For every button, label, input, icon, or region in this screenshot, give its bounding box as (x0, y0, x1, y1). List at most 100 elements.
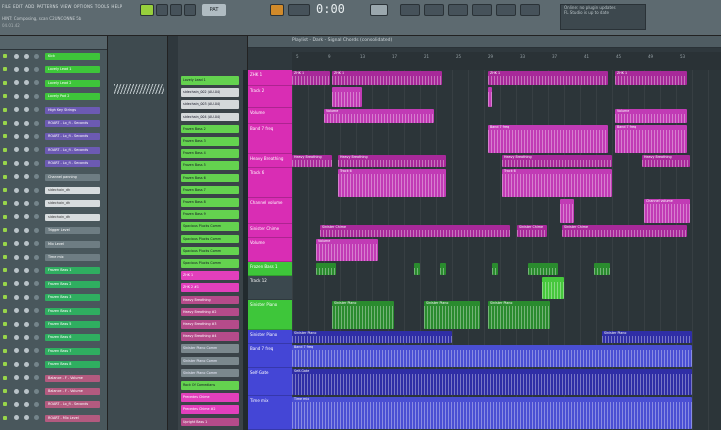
channel-led-icon[interactable] (3, 362, 7, 367)
snap-button[interactable] (270, 4, 284, 16)
channel-row[interactable]: Balance - F - Volume (0, 387, 108, 396)
picker-item[interactable]: Frozen Bass 4 (181, 149, 239, 158)
picker-item[interactable]: Spacious Plucks Comm (181, 246, 239, 256)
pan-knob[interactable] (14, 187, 19, 193)
playlist-clip[interactable]: Sinister Chime (517, 225, 547, 237)
picker-item[interactable]: Heavy Breathing #3 (181, 320, 239, 329)
channel-name-button[interactable]: sidechain_dh (45, 213, 100, 221)
mixer-track-selector[interactable] (34, 214, 39, 220)
picker-item[interactable]: Frozen Bass 3 (181, 137, 239, 146)
channel-led-icon[interactable] (3, 295, 7, 300)
playlist-clip[interactable]: Heavy Breathing (292, 155, 332, 167)
pan-knob[interactable] (14, 66, 19, 72)
channel-led-icon[interactable] (3, 335, 7, 340)
channel-led-icon[interactable] (3, 281, 7, 286)
mixer-track-selector[interactable] (34, 294, 39, 300)
picker-item[interactable]: Precedes Chime (181, 393, 239, 402)
channel-name-button[interactable]: sidechain_dh (45, 187, 100, 194)
playlist-clip[interactable]: Band 7 freq (292, 345, 692, 367)
channel-row[interactable]: Balance - F - Volume (0, 374, 108, 383)
menu-item[interactable]: EDIT (13, 4, 23, 9)
playlist-clip[interactable]: ZHK 1 (332, 71, 442, 85)
playlist-clip[interactable] (316, 263, 336, 275)
pan-knob[interactable] (14, 281, 19, 287)
volume-knob[interactable] (24, 120, 29, 126)
channel-led-icon[interactable] (3, 375, 7, 380)
volume-knob[interactable] (24, 241, 29, 247)
channel-led-icon[interactable] (3, 174, 7, 179)
channel-led-icon[interactable] (3, 415, 7, 420)
pan-knob[interactable] (14, 147, 19, 153)
browser-button[interactable] (472, 4, 492, 16)
volume-knob[interactable] (24, 160, 29, 166)
mixer-track-selector[interactable] (34, 160, 39, 166)
mixer-track-selector[interactable] (34, 53, 39, 59)
channel-rack-header[interactable] (0, 36, 107, 50)
channel-row[interactable]: Trigger Level (0, 226, 108, 235)
stop-button[interactable] (170, 4, 182, 16)
channel-name-button[interactable]: Frozen Bass 7 (45, 347, 100, 355)
piano-roll-button[interactable] (448, 4, 468, 16)
mixer-track-selector[interactable] (34, 93, 39, 99)
playlist-clip[interactable]: Channel volume (644, 199, 690, 223)
mixer-track-selector[interactable] (34, 227, 39, 233)
channel-led-icon[interactable] (3, 67, 7, 72)
mixer-track-selector[interactable] (34, 254, 39, 260)
playlist-clip[interactable]: Sinister Piano (424, 301, 480, 329)
playlist-clip[interactable]: Volume (615, 109, 687, 123)
menu-item[interactable]: VIEW (60, 4, 71, 9)
volume-knob[interactable] (24, 147, 29, 153)
menu-item[interactable]: ADD (25, 4, 35, 9)
play-button[interactable] (156, 4, 168, 16)
pan-knob[interactable] (14, 334, 19, 340)
channel-led-icon[interactable] (3, 348, 7, 353)
channel-name-button[interactable]: Balance - F - Volume (45, 374, 100, 382)
playlist-clip[interactable]: Sinister Piano (332, 301, 394, 329)
channel-led-icon[interactable] (3, 268, 7, 273)
channel-name-button[interactable]: ROART - Lo_fi - Seconds (45, 120, 100, 127)
channel-name-button[interactable]: Lovely Pad 2 (45, 93, 100, 101)
picker-item[interactable]: Spacious Plucks Comm (181, 222, 239, 231)
mixer-track-selector[interactable] (34, 348, 39, 354)
channel-name-button[interactable]: sidechain_dh (45, 200, 100, 208)
track-header[interactable]: Volume (248, 238, 292, 262)
mixer-track-selector[interactable] (34, 187, 39, 193)
channel-row[interactable]: Lovely Lead 1 (0, 65, 108, 74)
channel-row[interactable]: Kick (0, 52, 108, 61)
channel-led-icon[interactable] (3, 94, 7, 99)
playlist-clip[interactable] (488, 87, 492, 107)
picker-item[interactable]: Sinister Piano Comm (181, 344, 239, 353)
pan-knob[interactable] (14, 348, 19, 354)
channel-led-icon[interactable] (3, 121, 7, 125)
picker-item[interactable]: Sinister Piano Comm (181, 356, 239, 366)
volume-knob[interactable] (24, 281, 29, 287)
channel-row[interactable]: Frozen Bass 1 (0, 266, 108, 275)
playlist-clip[interactable] (492, 263, 498, 275)
song-mode-button[interactable] (140, 4, 154, 16)
step-sequencer[interactable] (108, 36, 168, 430)
volume-knob[interactable] (24, 401, 29, 407)
channel-name-button[interactable]: Lovely Lead 1 (45, 66, 100, 74)
mixer-track-selector[interactable] (34, 80, 39, 86)
volume-knob[interactable] (24, 200, 29, 206)
channel-row[interactable]: ROART - Lo_fi - Seconds (0, 159, 108, 168)
plugin-picker-button[interactable] (520, 4, 540, 16)
picker-item[interactable]: Upright Bass 1 (181, 417, 239, 427)
channel-name-button[interactable]: Lovely Lead 2 (45, 79, 100, 87)
mixer-track-selector[interactable] (34, 361, 39, 367)
menu-item[interactable]: HELP (111, 4, 122, 9)
pan-knob[interactable] (14, 80, 19, 86)
volume-knob[interactable] (24, 133, 29, 139)
channel-rack-button[interactable] (424, 4, 444, 16)
channel-row[interactable]: Time mix (0, 253, 108, 262)
playlist-clip[interactable] (440, 263, 446, 275)
channel-name-button[interactable]: Frozen Bass 6 (45, 334, 100, 342)
channel-led-icon[interactable] (3, 402, 7, 407)
picker-item[interactable]: Frozen Bass 6 (181, 173, 239, 183)
channel-name-button[interactable]: Trigger Level (45, 227, 100, 235)
picker-item[interactable]: Spacious Plucks Comm (181, 259, 239, 268)
pan-knob[interactable] (14, 254, 19, 260)
picker-item[interactable]: Lovely Lead 1 (181, 76, 239, 85)
pan-knob[interactable] (14, 401, 19, 407)
picker-item[interactable]: Frozen Bass 8 (181, 198, 239, 207)
